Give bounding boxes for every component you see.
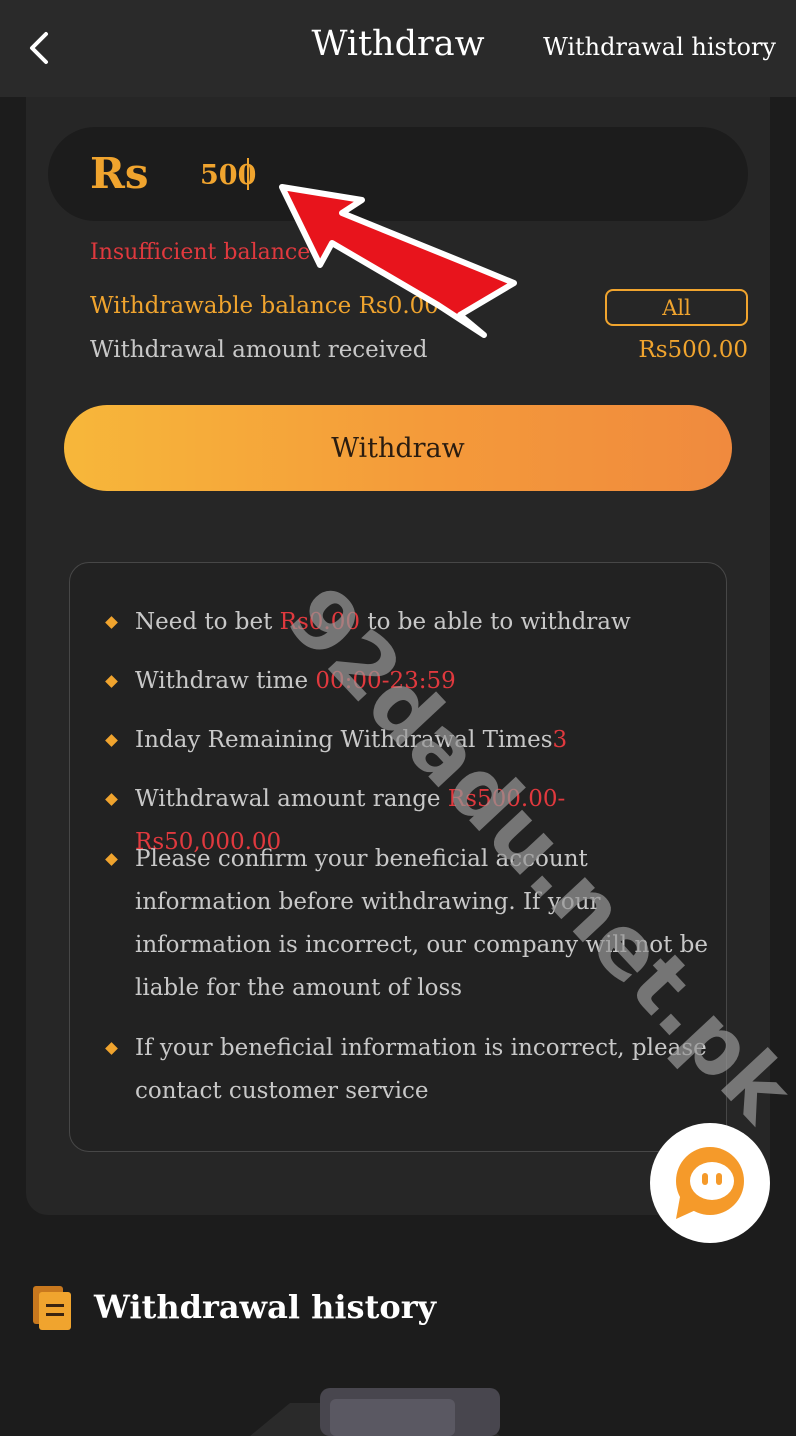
currency-symbol: Rs xyxy=(90,149,149,198)
withdrawal-history-link[interactable]: Withdrawal history xyxy=(543,33,776,61)
insufficient-balance-error: Insufficient balance xyxy=(90,240,311,265)
withdraw-rules-box: Need to bet Rs0.00 to be able to withdra… xyxy=(69,562,727,1152)
empty-box-icon xyxy=(250,1388,500,1436)
document-icon xyxy=(33,1286,71,1330)
rule-item: Withdraw time 00:00-23:59 xyxy=(135,660,710,703)
received-value: Rs500.00 xyxy=(638,337,748,363)
text-cursor xyxy=(247,158,249,190)
rule-item: Inday Remaining Withdrawal Times3 xyxy=(135,719,710,762)
withdrawal-history-title: Withdrawal history xyxy=(94,1288,437,1326)
withdrawable-balance: Withdrawable balance Rs0.00 xyxy=(90,293,439,319)
rule-item: Please confirm your beneficial account i… xyxy=(135,838,710,1010)
amount-input[interactable] xyxy=(200,155,600,195)
all-button[interactable]: All xyxy=(605,289,748,326)
amount-field[interactable]: Rs xyxy=(48,127,748,221)
customer-service-chat-button[interactable] xyxy=(650,1123,770,1243)
chat-support-icon xyxy=(676,1147,744,1219)
top-bar: Withdraw Withdrawal history xyxy=(0,0,796,97)
received-label: Withdrawal amount received xyxy=(90,337,428,363)
rule-item: Need to bet Rs0.00 to be able to withdra… xyxy=(135,601,710,644)
rule-item: If your beneficial information is incorr… xyxy=(135,1027,710,1113)
back-chevron-icon[interactable] xyxy=(22,28,62,68)
withdraw-button[interactable]: Withdraw xyxy=(64,405,732,491)
